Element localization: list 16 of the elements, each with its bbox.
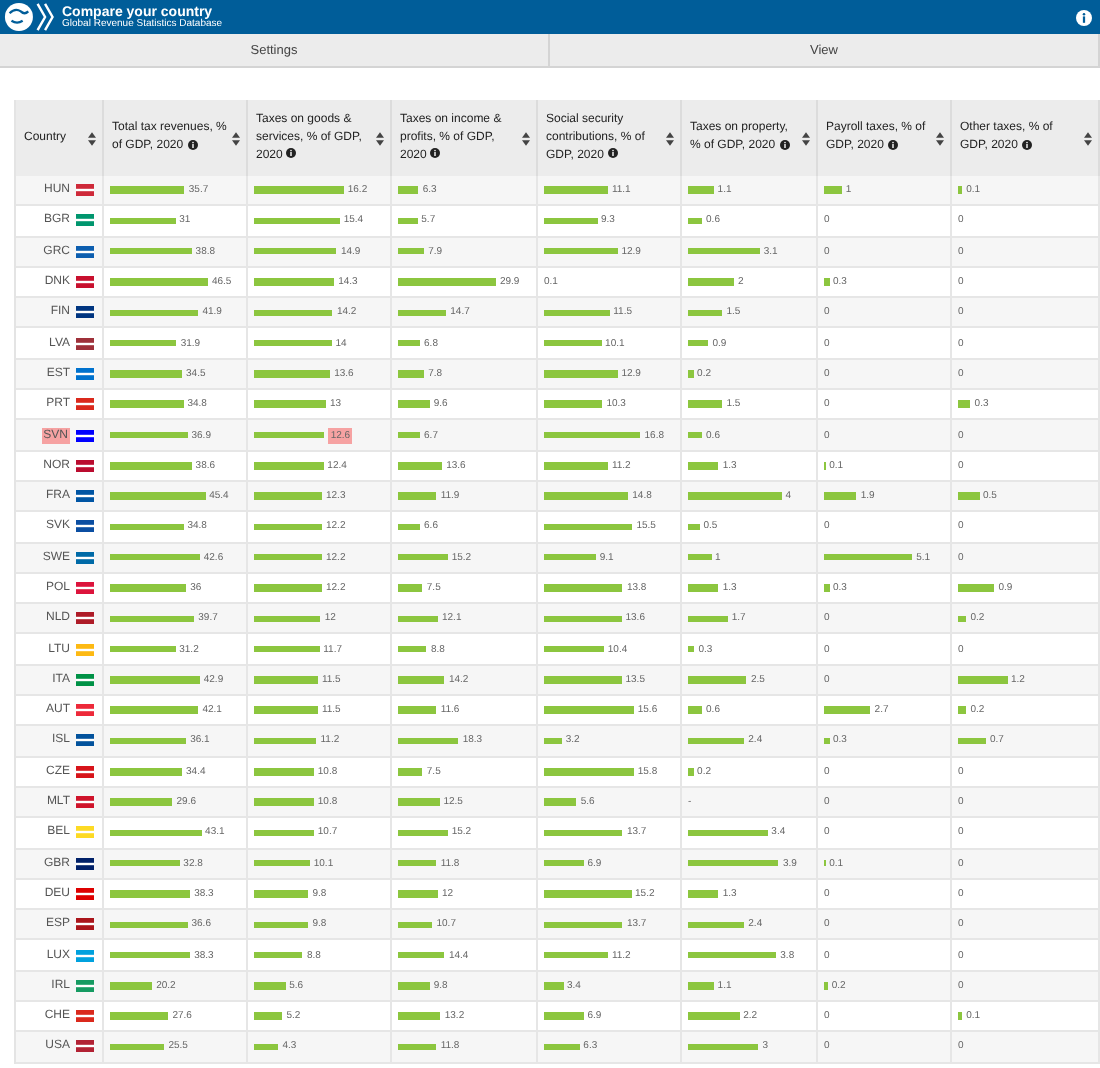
info-icon[interactable] bbox=[1076, 9, 1092, 25]
sort-icon[interactable] bbox=[522, 131, 530, 145]
sort-icon[interactable] bbox=[376, 131, 384, 145]
info-icon[interactable] bbox=[430, 148, 441, 158]
sort-icon[interactable] bbox=[936, 131, 944, 145]
info-icon[interactable] bbox=[286, 148, 297, 158]
sort-icon[interactable] bbox=[666, 131, 674, 145]
info-icon[interactable] bbox=[1021, 139, 1032, 149]
sort-icon[interactable] bbox=[1084, 131, 1092, 145]
info-icon[interactable] bbox=[187, 139, 198, 149]
info-icon[interactable] bbox=[607, 148, 618, 158]
info-icon[interactable] bbox=[779, 139, 790, 149]
sort-icon[interactable] bbox=[802, 131, 810, 145]
sort-icon[interactable] bbox=[232, 131, 240, 145]
info-icon[interactable] bbox=[887, 139, 898, 149]
sort-icon[interactable] bbox=[88, 131, 96, 145]
